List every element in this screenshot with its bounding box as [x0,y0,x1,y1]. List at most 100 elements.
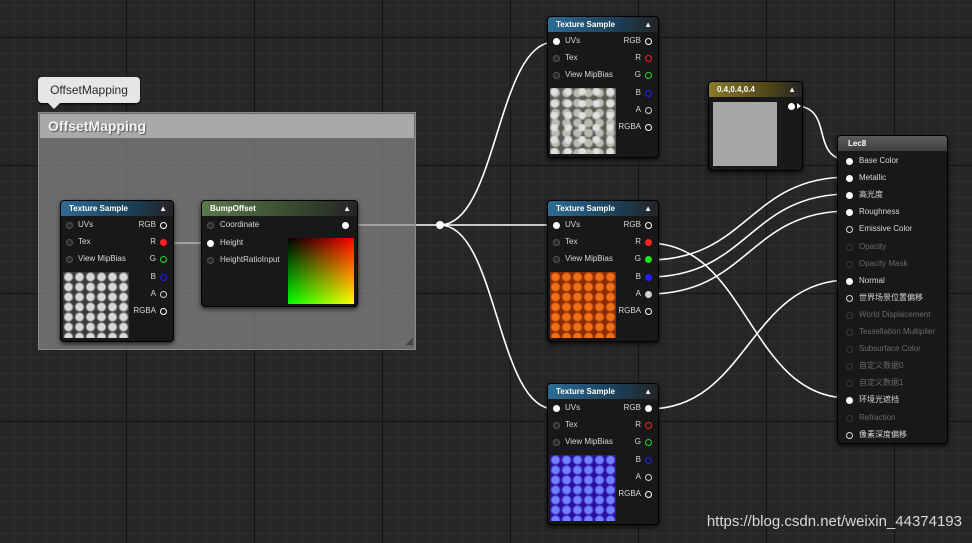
output-pin[interactable] [342,222,349,229]
material-output-node[interactable]: Lec8 Base Color Metallic 高光度 Roughness Emiss… [837,135,948,444]
comment-tab[interactable]: OffsetMapping [38,77,140,109]
input-pin[interactable] [846,363,853,371]
output-pin[interactable] [160,273,167,281]
node-header: Texture Sample ▲ [548,201,658,216]
input-pin[interactable] [553,55,560,62]
comment-title: OffsetMapping [40,114,414,138]
input-pin[interactable] [553,222,560,229]
output-pin[interactable] [645,405,652,412]
output-pin[interactable] [645,239,652,247]
input-pin[interactable] [846,209,853,217]
output-pin[interactable] [645,422,652,430]
output-pin[interactable] [645,89,652,97]
input-pin[interactable] [846,226,853,234]
collapse-arrow-icon[interactable]: ▲ [644,201,652,216]
collapse-arrow-icon[interactable]: ▲ [644,17,652,32]
output-pin[interactable] [645,106,652,114]
node-title: Lec8 [848,139,867,148]
resize-grip-icon[interactable]: ◢ [405,337,413,347]
input-pin[interactable] [846,311,853,319]
material-input-label: 自定义数据1 [859,378,904,388]
input-pin[interactable] [846,158,853,165]
output-pin[interactable] [160,308,167,315]
output-pin[interactable] [788,103,795,110]
output-pin[interactable] [160,239,167,247]
input-pin[interactable] [66,239,73,246]
node-title: Texture Sample [556,204,615,213]
output-pin[interactable] [645,124,652,131]
input-pin[interactable] [207,222,214,229]
output-pin[interactable] [160,290,167,298]
input-pin[interactable] [66,222,73,229]
input-pin[interactable] [553,405,560,412]
input-pin[interactable] [207,257,214,264]
input-pin[interactable] [553,439,560,446]
input-pin[interactable] [207,239,214,247]
input-pin[interactable] [846,260,853,268]
input-pin[interactable] [553,38,560,45]
input-pin[interactable] [846,397,853,405]
output-pin[interactable] [645,222,652,229]
node-title: Texture Sample [556,387,615,396]
output-pin[interactable] [645,456,652,464]
input-pin[interactable] [846,175,853,183]
output-pin[interactable] [645,55,652,63]
output-pin[interactable] [645,290,652,298]
input-pin[interactable] [846,329,853,336]
material-input-label: Emissive Color [859,224,913,234]
constant-vector-node[interactable]: 0.4,0.4,0.4 ▲ [708,81,803,171]
texture-sample-node-3[interactable]: Texture Sample ▲ UVs Tex View MipBias RGB R G B… [547,200,659,342]
output-pin[interactable] [645,273,652,281]
input-pin[interactable] [846,243,853,251]
input-pin[interactable] [553,239,560,246]
texture-preview [550,88,616,154]
output-pin[interactable] [645,491,652,498]
input-pin[interactable] [846,414,853,422]
output-pin[interactable] [645,256,652,264]
output-pin[interactable] [160,256,167,264]
collapse-arrow-icon[interactable]: ▲ [788,82,796,97]
input-pin[interactable] [846,431,853,439]
output-pin[interactable] [645,439,652,447]
input-pin-label: HeightRatioInput [220,255,280,264]
input-pin-label: View MipBias [78,254,126,263]
input-pin[interactable] [846,294,853,302]
connection-wire [647,193,850,278]
material-input-label: Roughness [859,207,900,217]
output-pin-label: RGB [623,403,641,412]
texture-sample-node-2[interactable]: Texture Sample ▲ UVs Tex View MipBias RGB R G B… [547,16,659,158]
node-header: Texture Sample ▲ [548,17,658,32]
input-pin[interactable] [846,277,853,285]
output-pin-label: B [150,271,156,281]
node-title: Texture Sample [69,204,128,213]
output-pin[interactable] [645,72,652,80]
bump-offset-node[interactable]: BumpOffset ▲ Coordinate Height HeightRatioI… [201,200,358,307]
input-pin[interactable] [553,72,560,79]
output-pin[interactable] [645,38,652,45]
texture-sample-node-4[interactable]: Texture Sample ▲ UVs Tex View MipBias RGB R G B… [547,383,659,525]
pin-arrow-icon [797,103,801,109]
material-input-label: Opacity [859,241,887,251]
input-pin[interactable] [846,380,853,388]
node-title: 0.4,0.4,0.4 [717,85,755,94]
output-pin[interactable] [645,308,652,315]
output-pin[interactable] [645,473,652,481]
input-pin[interactable] [553,256,560,263]
input-pin[interactable] [846,346,853,354]
node-header: Texture Sample ▲ [548,384,658,399]
output-pin[interactable] [160,222,167,229]
texture-sample-node-1[interactable]: Texture Sample ▲ UVs Tex View MipBias RGB R G B… [60,200,174,342]
material-input-label: Subsurface Color [859,344,921,354]
collapse-arrow-icon[interactable]: ▲ [644,384,652,399]
input-pin[interactable] [66,256,73,263]
connection-wire [647,279,850,410]
collapse-arrow-icon[interactable]: ▲ [343,201,351,216]
input-pin[interactable] [846,192,853,200]
node-header: BumpOffset ▲ [202,201,357,216]
node-title: BumpOffset [210,204,256,213]
collapse-arrow-icon[interactable]: ▲ [159,201,167,216]
material-input-label: Tessellation Multiplier [859,327,936,336]
material-input-label: Refraction [859,412,896,422]
input-pin[interactable] [553,422,560,429]
input-pin-label: Tex [565,237,578,246]
